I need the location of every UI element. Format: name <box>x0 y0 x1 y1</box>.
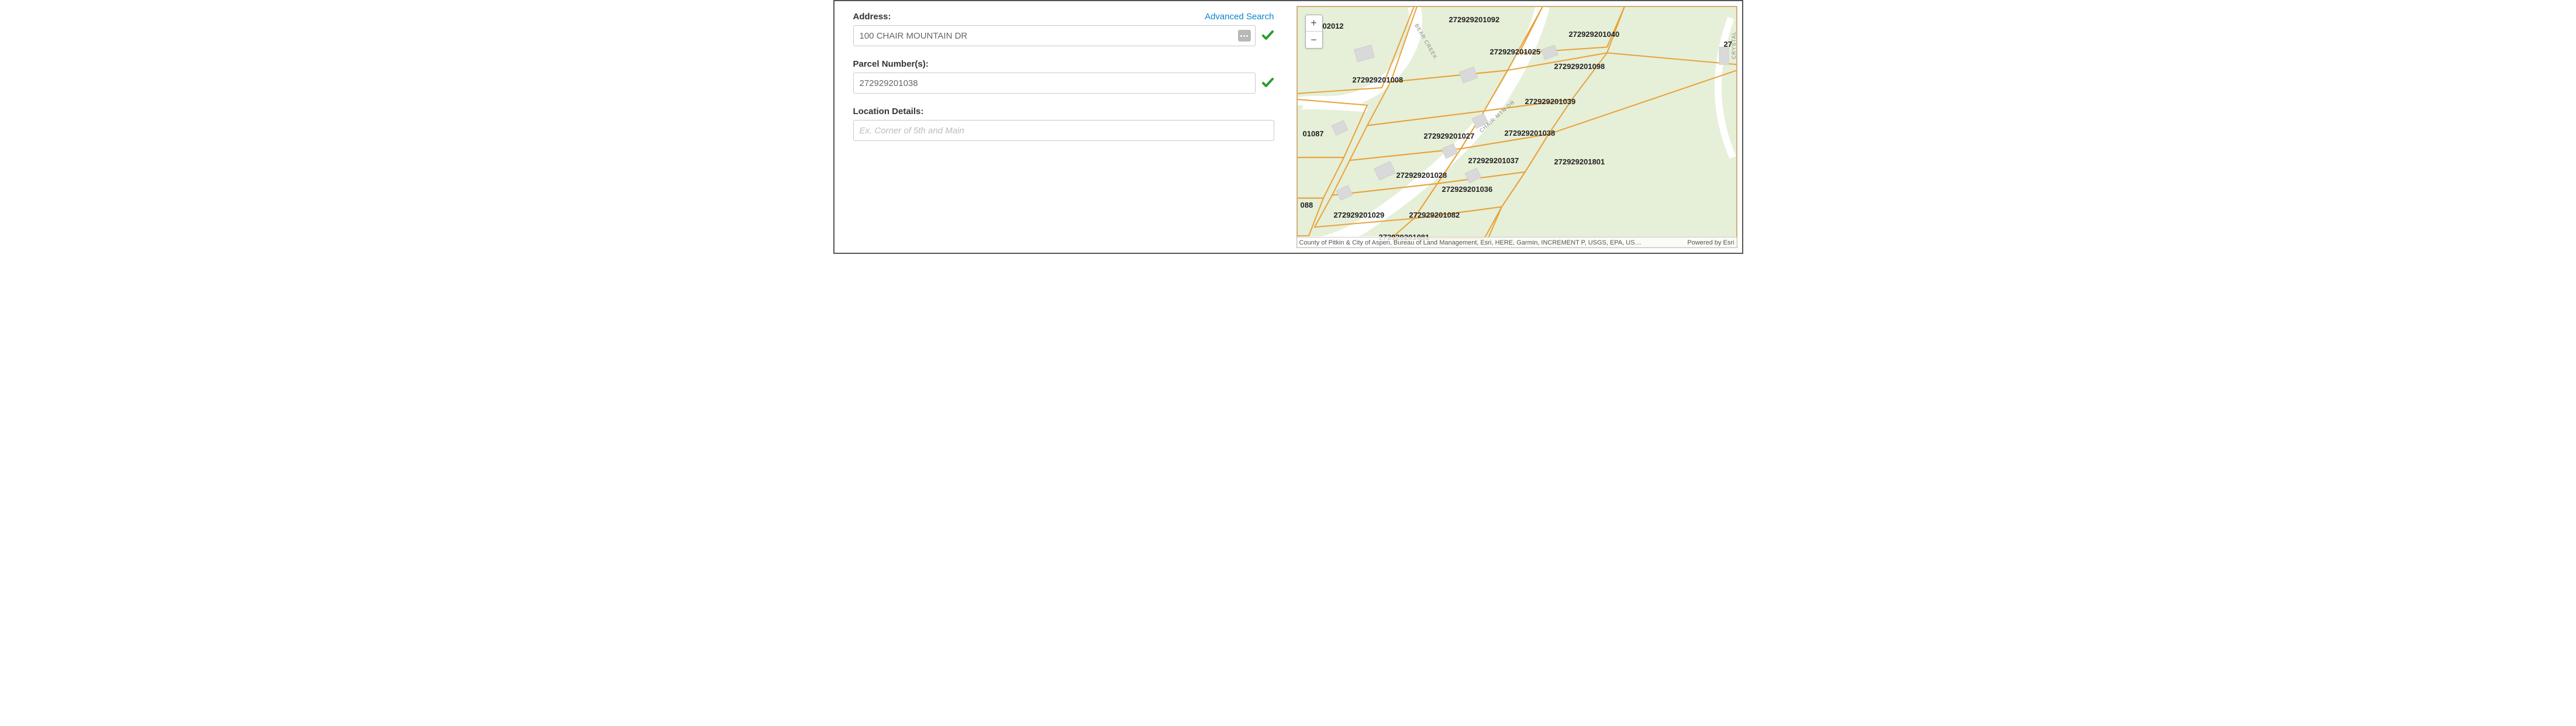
app-frame: Address: Advanced Search Parcel Number(s… <box>833 0 1743 254</box>
zoom-out-button[interactable]: − <box>1306 32 1322 48</box>
parcel-label: 01087 <box>1303 129 1324 138</box>
location-details-input-group <box>853 120 1274 141</box>
parcel-label: 272929201082 <box>1409 211 1460 219</box>
map-attribution: County of Pitkin & City of Aspen, Bureau… <box>1297 237 1737 247</box>
parcel-label: 272929201098 <box>1554 62 1605 71</box>
attribution-source: County of Pitkin & City of Aspen, Bureau… <box>1299 239 1642 246</box>
parcel-label: 272929201028 <box>1396 171 1447 180</box>
parcel-label: 272929201008 <box>1353 75 1403 84</box>
zoom-controls: + − <box>1305 15 1323 49</box>
map[interactable]: + − 272929201092020122727292920104027292… <box>1296 6 1737 248</box>
address-menu-button[interactable] <box>1238 30 1251 42</box>
parcel-label: 272929201038 <box>1505 129 1556 137</box>
parcel-label: 272929201037 <box>1468 156 1519 165</box>
parcel-input[interactable] <box>853 73 1256 94</box>
location-details-label: Location Details: <box>853 106 924 116</box>
parcel-label: 02012 <box>1323 22 1344 30</box>
address-input-group <box>853 25 1274 46</box>
address-header-row: Address: Advanced Search <box>853 12 1274 22</box>
check-icon <box>1261 77 1274 90</box>
form-panel: Address: Advanced Search Parcel Number(s… <box>834 1 1292 253</box>
parcel-label: 272929201039 <box>1525 97 1576 106</box>
parcel-input-group <box>853 73 1274 94</box>
location-details-input[interactable] <box>853 120 1274 141</box>
road-label: CRYSTAL <box>1731 31 1737 59</box>
address-input[interactable] <box>853 25 1256 46</box>
parcel-header-row: Parcel Number(s): <box>853 59 1274 69</box>
parcel-label: Parcel Number(s): <box>853 59 929 69</box>
parcel-label: 272929201036 <box>1442 185 1493 194</box>
parcel-label: 272929201092 <box>1449 15 1500 24</box>
attribution-powered: Powered by Esri <box>1687 239 1734 246</box>
parcel-label: 088 <box>1301 201 1313 209</box>
zoom-in-button[interactable]: + <box>1306 15 1322 32</box>
parcel-label: 272929201027 <box>1424 132 1475 140</box>
check-icon <box>1261 29 1274 42</box>
parcel-label: 272929201029 <box>1334 211 1385 219</box>
parcel-label: 272929201801 <box>1554 157 1605 166</box>
advanced-search-link[interactable]: Advanced Search <box>1205 12 1274 22</box>
address-label: Address: <box>853 12 891 22</box>
map-panel: + − 272929201092020122727292920104027292… <box>1292 1 1742 253</box>
parcel-label: 272929201040 <box>1569 30 1620 39</box>
parcel-label: 272929201025 <box>1490 47 1541 56</box>
location-details-header-row: Location Details: <box>853 106 1274 116</box>
